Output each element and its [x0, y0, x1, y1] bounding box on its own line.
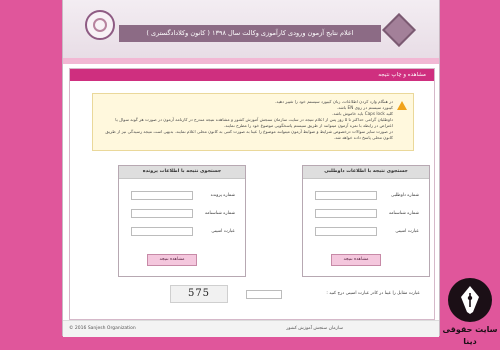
- file-security-label: عبارت امنیتی: [211, 229, 235, 234]
- page-frame: اعلام نتایج آزمون ورودی کارآموزی وکالت س…: [62, 0, 440, 337]
- file-security-input[interactable]: [131, 227, 193, 236]
- volunteer-security-row: عبارت امنیتی: [303, 227, 429, 237]
- volunteer-search-form: جستجوی نتیجه با اطلاعات داوطلبی شماره دا…: [302, 165, 430, 277]
- volunteer-security-input[interactable]: [315, 227, 377, 236]
- footer-org-text: سازمان سنجش آموزش کشور: [286, 326, 343, 331]
- volunteer-search-title: جستجوی نتیجه با اطلاعات داوطلبی: [303, 166, 429, 179]
- volunteer-id-number-input[interactable]: [315, 209, 377, 218]
- file-search-title: جستجوی نتیجه با اطلاعات پرونده: [119, 166, 245, 179]
- volunteer-id-number-label: شماره شناسنامه: [388, 211, 419, 216]
- watermark-line1: سایت حقوقی: [442, 325, 498, 334]
- notice-box: در هنگام وارد کردن اطلاعات، زبان کیبورد …: [92, 93, 414, 151]
- file-number-input[interactable]: [131, 191, 193, 200]
- site-header: اعلام نتایج آزمون ورودی کارآموزی وکالت س…: [63, 0, 439, 59]
- file-search-form: جستجوی نتیجه با اطلاعات پرونده شماره پرو…: [118, 165, 246, 277]
- file-number-label: شماره پرونده: [210, 193, 235, 198]
- volunteer-view-result-button[interactable]: مشاهده نتیجه: [331, 254, 381, 266]
- file-id-number-input[interactable]: [131, 209, 193, 218]
- captcha-input[interactable]: [246, 290, 282, 299]
- copyright-text: © 2016 Sanjesh Organization: [69, 326, 136, 331]
- diamond-emblem-icon: [382, 13, 416, 47]
- result-section: مشاهده و چاپ نتیجه در هنگام وارد کردن اط…: [69, 68, 435, 320]
- volunteer-number-row: شماره داوطلبی: [303, 191, 429, 201]
- volunteer-id-number-row: شماره شناسنامه: [303, 209, 429, 219]
- file-id-number-label: شماره شناسنامه: [204, 211, 235, 216]
- volunteer-number-input[interactable]: [315, 191, 377, 200]
- warning-icon: [397, 101, 407, 110]
- volunteer-number-label: شماره داوطلبی: [391, 193, 419, 198]
- captcha-row: 575 عبارت مقابل را عینا در کادر عبارت ام…: [170, 285, 420, 303]
- captcha-image: 575: [170, 285, 228, 303]
- notice-list: در هنگام وارد کردن اطلاعات، زبان کیبورد …: [101, 99, 393, 141]
- header-divider: [63, 58, 439, 64]
- pen-nib-logo-icon: [448, 278, 492, 322]
- watermark-line2: دینا: [463, 337, 477, 346]
- file-id-number-row: شماره شناسنامه: [119, 209, 245, 219]
- captcha-label: عبارت مقابل را عینا در کادر عبارت امنیتی…: [326, 291, 420, 296]
- file-number-row: شماره پرونده: [119, 191, 245, 201]
- footer: © 2016 Sanjesh Organization سازمان سنجش …: [63, 320, 439, 337]
- notice-item: داوطلبان گرامی حداکثر تا ۵ روز پس از اعل…: [115, 117, 393, 128]
- file-view-result-button[interactable]: مشاهده نتیجه: [147, 254, 197, 266]
- notice-item: در صورت سایر سوالات درخصوص شرایط و ضوابط…: [105, 129, 393, 140]
- section-title: مشاهده و چاپ نتیجه: [70, 69, 434, 81]
- watermark: سایت حقوقی دینا: [440, 278, 500, 350]
- sanjesh-logo-icon: [85, 10, 115, 40]
- file-security-row: عبارت امنیتی: [119, 227, 245, 237]
- page-title: اعلام نتایج آزمون ورودی کارآموزی وکالت س…: [119, 25, 381, 42]
- volunteer-security-label: عبارت امنیتی: [395, 229, 419, 234]
